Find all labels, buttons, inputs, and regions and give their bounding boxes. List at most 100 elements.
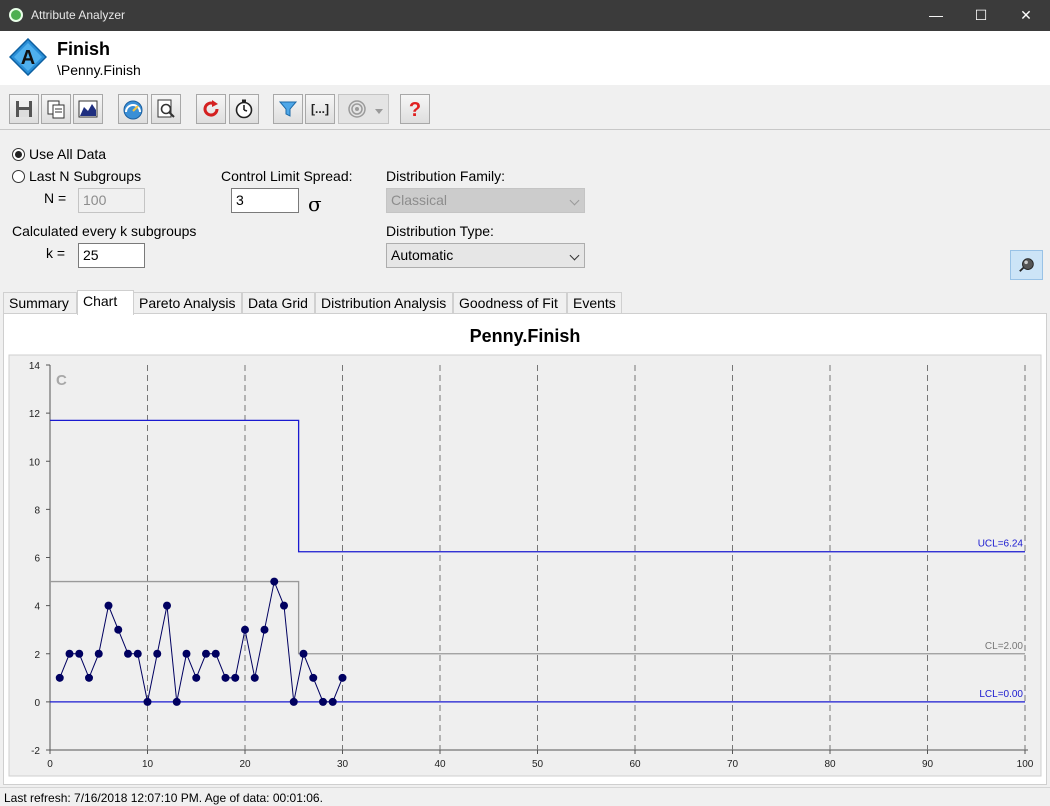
app-icon [9,8,23,22]
help-icon: ? [409,99,421,120]
save-button[interactable] [9,94,39,124]
target-dropdown-button[interactable] [338,94,389,124]
data-point [221,673,230,682]
x-tick-label: 30 [337,759,349,770]
data-point [338,673,347,682]
svg-text:[...]: [...] [311,102,329,116]
chart-type-letter: C [56,372,67,389]
tab-chart[interactable]: Chart [77,290,134,315]
y-tick-label: 4 [34,602,40,613]
data-point [192,673,201,682]
x-tick-label: 50 [532,759,544,770]
search-button[interactable] [151,94,181,124]
ucl-label: UCL=6.24 [978,539,1024,550]
tag-name: Finish [57,39,110,59]
tab-pareto-analysis[interactable]: Pareto Analysis [133,292,242,314]
y-tick-label: 2 [34,650,40,661]
data-point [124,649,132,658]
data-point [114,625,123,634]
tab-strip: Summary Chart Pareto Analysis Data Grid … [0,290,1050,315]
type-select[interactable]: Automatic [386,243,585,268]
family-select[interactable]: Classical [386,188,585,213]
logo-letter: A [21,47,35,69]
data-point [309,673,318,682]
window-title: Attribute Analyzer [31,8,126,22]
radio-indicator [12,169,25,183]
use-all-data-radio[interactable]: Use All Data [12,146,106,162]
data-point [319,697,327,706]
spread-label: Control Limit Spread: [221,168,353,184]
filter-icon [278,101,298,117]
x-tick-label: 20 [239,759,251,770]
tag-path: \Penny.Finish [57,62,141,78]
help-button[interactable]: ? [400,94,430,124]
data-point [241,625,249,634]
y-tick-label: 14 [29,361,41,372]
last-n-subgroups-radio[interactable]: Last N Subgroups [12,168,141,184]
filter-button[interactable] [273,94,303,124]
search-icon [157,99,175,118]
type-value: Automatic [391,247,454,263]
data-point [94,649,103,658]
use-all-data-label: Use All Data [29,146,107,162]
copy-button[interactable] [41,94,71,124]
tab-goodness-of-fit[interactable]: Goodness of Fit [453,292,567,314]
data-point [289,697,298,706]
type-label: Distribution Type: [386,223,494,239]
family-value: Classical [391,192,448,208]
title-bar: Attribute Analyzer — ☐ ✕ [0,0,1050,31]
k-input[interactable]: 25 [78,243,145,268]
svg-text:?: ? [409,99,421,120]
timer-button[interactable] [229,94,259,124]
timer-icon [235,99,253,119]
x-tick-label: 100 [1017,759,1034,770]
gauge-icon [123,100,143,120]
y-tick-label: 12 [29,409,41,420]
y-tick-label: -2 [31,746,40,757]
bracket-icon: [...] [311,102,329,116]
data-point [182,649,191,658]
x-tick-label: 80 [824,759,836,770]
data-point [153,649,162,658]
target-icon [347,100,366,118]
n-input[interactable]: 100 [78,188,145,213]
n-label: N = [44,190,67,206]
maximize-button[interactable]: ☐ [958,0,1004,31]
data-point [250,673,259,682]
data-point [260,625,269,634]
data-point [202,649,210,658]
tab-events[interactable]: Events [567,292,622,314]
minimize-button[interactable]: — [913,0,959,31]
data-point [299,649,308,658]
gauge-button[interactable] [118,94,148,124]
pin-button[interactable] [1010,250,1043,280]
save-icon [16,101,32,117]
data-point [55,673,64,682]
refresh-button[interactable] [196,94,226,124]
data-point [211,649,220,658]
tab-summary[interactable]: Summary [3,292,77,314]
chart-image-icon [78,100,98,118]
tab-data-grid[interactable]: Data Grid [242,292,315,314]
data-point [231,673,240,682]
data-point [163,601,171,610]
spread-input[interactable]: 3 [231,188,299,213]
header: A Finish \Penny.Finish [0,31,1050,85]
chart-image-button[interactable] [73,94,103,124]
lcl-label: LCL=0.00 [979,689,1023,700]
data-point [133,649,142,658]
chevron-down-icon [375,109,383,114]
x-tick-label: 10 [142,759,154,770]
data-point [280,601,288,610]
close-button[interactable]: ✕ [1003,0,1049,31]
bracket-button[interactable]: [...] [305,94,335,124]
status-bar: Last refresh: 7/16/2018 12:07:10 PM. Age… [0,787,1050,806]
y-tick-label: 6 [34,554,40,565]
data-point [172,697,181,706]
k-label: k = [46,245,66,261]
calc-every-label: Calculated every k subgroups [12,223,197,239]
y-tick-label: 10 [29,457,41,468]
tab-distribution-analysis[interactable]: Distribution Analysis [315,292,453,314]
family-label: Distribution Family: [386,168,506,184]
control-chart: 0 10 20 30 40 50 60 70 80 90 100 -2 0 2 4 6 8 10 12 14 C UCL=… [8,354,1042,777]
